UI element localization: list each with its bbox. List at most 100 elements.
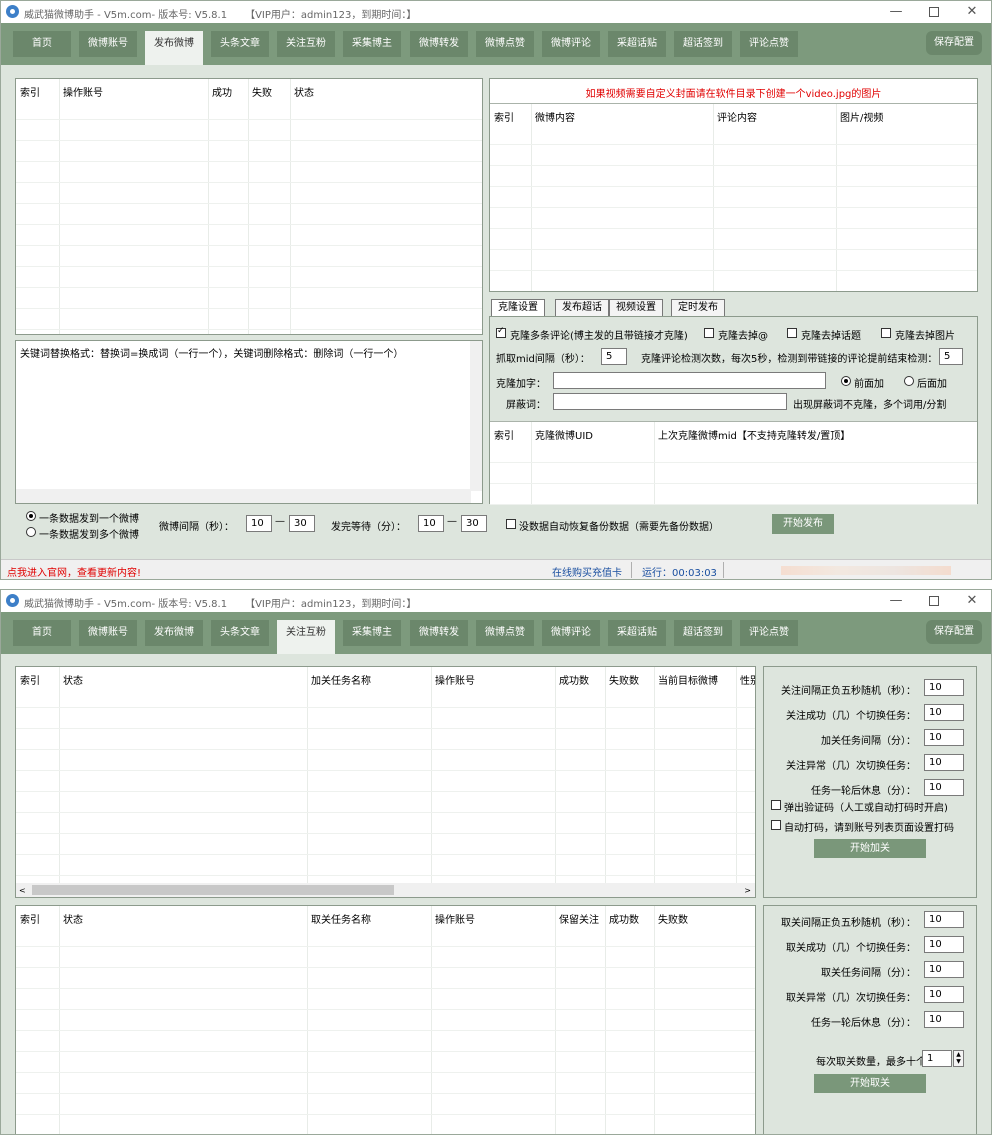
close-button[interactable]: ✕ bbox=[953, 1, 991, 23]
column-header[interactable]: 取关任务名称 bbox=[311, 911, 371, 926]
setting-input[interactable]: 10 bbox=[924, 729, 964, 746]
table-row[interactable] bbox=[16, 162, 482, 183]
posts-table[interactable]: 索引 微博内容 评论内容 图片/视频 bbox=[490, 103, 977, 291]
column-header[interactable]: 成功数 bbox=[609, 911, 639, 926]
table-row[interactable] bbox=[16, 947, 755, 968]
tab-9[interactable]: 采超话贴 bbox=[608, 31, 666, 57]
table-row[interactable] bbox=[490, 208, 977, 229]
column-header[interactable]: 操作账号 bbox=[63, 84, 103, 99]
captcha-checkbox[interactable] bbox=[771, 800, 781, 810]
column-header[interactable]: 状态 bbox=[63, 672, 83, 687]
table-row[interactable] bbox=[16, 792, 755, 813]
tab-3[interactable]: 头条文章 bbox=[211, 620, 269, 646]
table-row[interactable] bbox=[16, 1031, 755, 1052]
tab-7[interactable]: 微博点赞 bbox=[476, 620, 534, 646]
column-header[interactable]: 失败 bbox=[252, 84, 272, 99]
column-header[interactable]: 索引 bbox=[494, 427, 514, 442]
column-header[interactable]: 索引 bbox=[494, 109, 514, 124]
scroll-right-icon[interactable]: > bbox=[744, 886, 751, 895]
remove-topic-checkbox[interactable] bbox=[787, 328, 797, 338]
tab-8[interactable]: 微博评论 bbox=[542, 620, 600, 646]
column-header[interactable]: 上次克隆微博mid【不支持克隆转发/置顶】 bbox=[658, 427, 850, 442]
tab-6[interactable]: 微博转发 bbox=[410, 31, 468, 57]
column-header[interactable]: 性别 bbox=[740, 672, 755, 687]
table-row[interactable] bbox=[16, 771, 755, 792]
start-publish-button[interactable]: 开始发布 bbox=[772, 514, 834, 534]
column-header[interactable]: 微博内容 bbox=[535, 109, 575, 124]
table-row[interactable] bbox=[16, 204, 482, 225]
column-header[interactable]: 失败数 bbox=[658, 911, 688, 926]
tab-2[interactable]: 发布微博 bbox=[145, 31, 203, 65]
one-to-many-radio[interactable] bbox=[26, 527, 36, 537]
remove-image-checkbox[interactable] bbox=[881, 328, 891, 338]
setting-input[interactable]: 10 bbox=[924, 936, 964, 953]
spin-down-icon[interactable]: ▼ bbox=[956, 1058, 961, 1065]
detect-count-input[interactable]: 5 bbox=[939, 348, 963, 365]
table-row[interactable] bbox=[490, 442, 977, 463]
table-row[interactable] bbox=[16, 968, 755, 989]
setting-input[interactable]: 10 bbox=[924, 1011, 964, 1028]
maximize-button[interactable] bbox=[915, 590, 953, 612]
clone-table[interactable]: 索引 克隆微博UID 上次克隆微博mid【不支持克隆转发/置顶】 bbox=[490, 421, 977, 505]
unfollow-table[interactable]: 索引 状态 取关任务名称 操作账号 保留关注 成功数 失败数 bbox=[15, 905, 756, 1134]
setting-input[interactable]: 10 bbox=[924, 986, 964, 1003]
setting-input[interactable]: 10 bbox=[924, 679, 964, 696]
spin-up-icon[interactable]: ▲ bbox=[956, 1051, 961, 1058]
table-row[interactable] bbox=[16, 989, 755, 1010]
max-unfollow-input[interactable]: 1 bbox=[922, 1050, 952, 1067]
column-header[interactable]: 索引 bbox=[20, 911, 40, 926]
table-row[interactable] bbox=[16, 1010, 755, 1031]
post-interval-min-input[interactable]: 10 bbox=[246, 515, 272, 532]
column-header[interactable]: 图片/视频 bbox=[840, 109, 883, 124]
table-row[interactable] bbox=[16, 225, 482, 246]
tab-0[interactable]: 首页 bbox=[13, 620, 71, 646]
tab-4[interactable]: 关注互粉 bbox=[277, 31, 335, 57]
table-row[interactable] bbox=[16, 926, 755, 947]
scroll-left-icon[interactable]: < bbox=[19, 886, 26, 895]
tab-6[interactable]: 微博转发 bbox=[410, 620, 468, 646]
column-header[interactable]: 评论内容 bbox=[717, 109, 757, 124]
table-row[interactable] bbox=[16, 834, 755, 855]
follow-hscroll[interactable]: < > bbox=[16, 883, 755, 897]
tab-5[interactable]: 采集博主 bbox=[343, 620, 401, 646]
tab-1[interactable]: 微博账号 bbox=[79, 620, 137, 646]
follow-table[interactable]: 索引 状态 加关任务名称 操作账号 成功数 失败数 当前目标微博 性别 < > bbox=[15, 666, 756, 898]
start-unfollow-button[interactable]: 开始取关 bbox=[814, 1074, 926, 1093]
clone-multi-comment-checkbox[interactable] bbox=[496, 326, 506, 338]
auto-restore-checkbox[interactable] bbox=[506, 519, 516, 529]
prefix-input[interactable] bbox=[553, 372, 826, 389]
column-header[interactable]: 状态 bbox=[294, 84, 314, 99]
tab-3[interactable]: 头条文章 bbox=[211, 31, 269, 57]
table-row[interactable] bbox=[16, 708, 755, 729]
table-row[interactable] bbox=[490, 229, 977, 250]
save-config-button[interactable]: 保存配置 bbox=[926, 620, 982, 644]
mid-interval-input[interactable]: 5 bbox=[601, 348, 627, 365]
tab-8[interactable]: 微博评论 bbox=[542, 31, 600, 57]
buy-card-link[interactable]: 在线购买充值卡 bbox=[552, 564, 622, 579]
close-button[interactable]: ✕ bbox=[953, 590, 991, 612]
setting-input[interactable]: 10 bbox=[924, 704, 964, 721]
max-unfollow-spinner[interactable]: ▲ ▼ bbox=[953, 1050, 964, 1067]
table-row[interactable] bbox=[16, 246, 482, 267]
table-row[interactable] bbox=[490, 484, 977, 505]
wait-min-input[interactable]: 10 bbox=[418, 515, 444, 532]
column-header[interactable]: 当前目标微博 bbox=[658, 672, 718, 687]
post-interval-max-input[interactable]: 30 bbox=[289, 515, 315, 532]
column-header[interactable]: 索引 bbox=[20, 672, 40, 687]
back-add-radio[interactable] bbox=[904, 376, 914, 386]
setting-input[interactable]: 10 bbox=[924, 961, 964, 978]
table-row[interactable] bbox=[16, 1073, 755, 1094]
column-header[interactable]: 成功数 bbox=[559, 672, 589, 687]
column-header[interactable]: 成功 bbox=[212, 84, 232, 99]
table-row[interactable] bbox=[16, 1094, 755, 1115]
tab-0[interactable]: 首页 bbox=[13, 31, 71, 57]
table-row[interactable] bbox=[490, 187, 977, 208]
table-row[interactable] bbox=[16, 309, 482, 330]
maximize-button[interactable] bbox=[915, 1, 953, 23]
tab-11[interactable]: 评论点赞 bbox=[740, 620, 798, 646]
tab-10[interactable]: 超话签到 bbox=[674, 620, 732, 646]
table-row[interactable] bbox=[16, 1052, 755, 1073]
save-config-button[interactable]: 保存配置 bbox=[926, 31, 982, 55]
subtab-0[interactable]: 克隆设置 bbox=[491, 299, 545, 316]
tab-7[interactable]: 微博点赞 bbox=[476, 31, 534, 57]
